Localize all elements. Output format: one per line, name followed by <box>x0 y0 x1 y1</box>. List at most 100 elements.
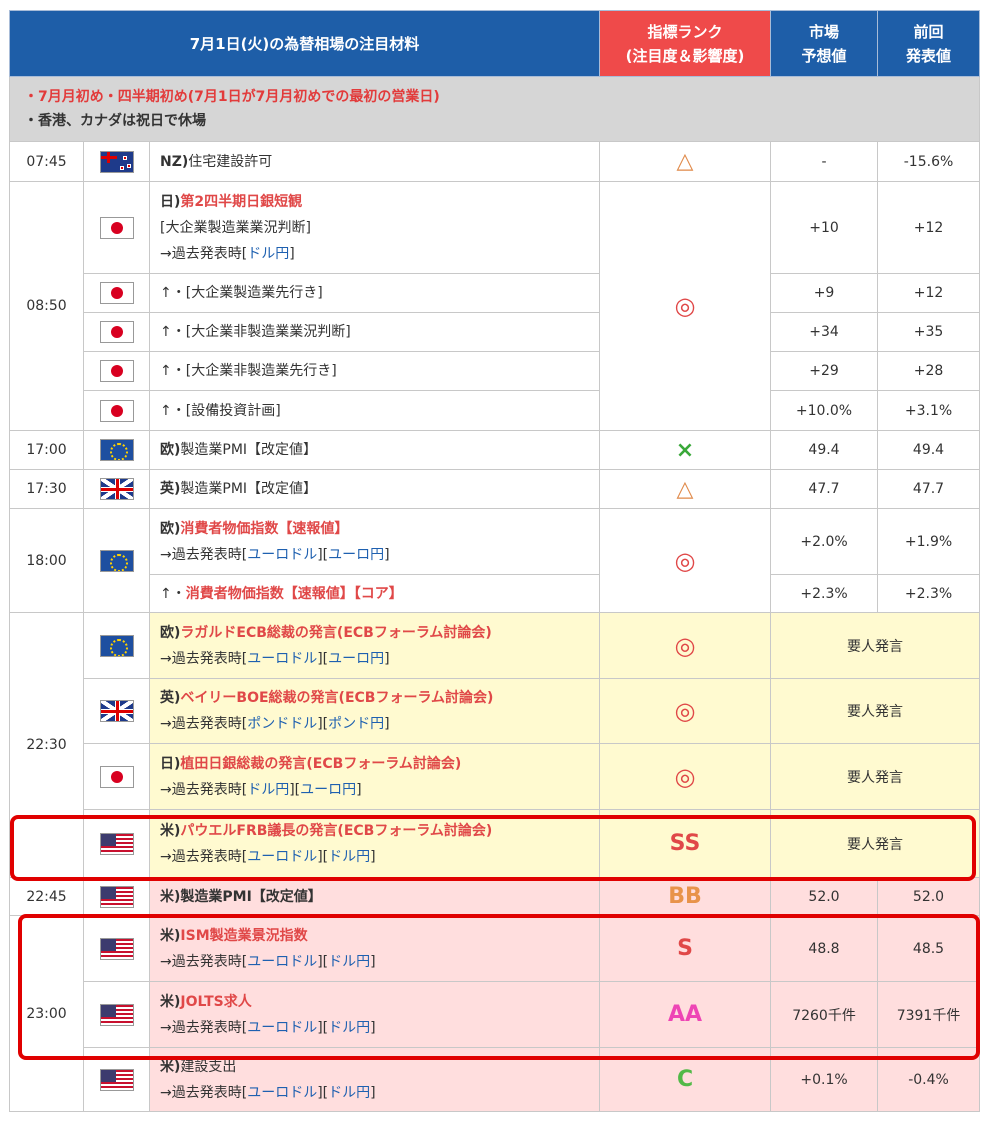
japan-flag-icon <box>99 282 134 304</box>
us-flag-icon <box>99 832 134 855</box>
previous-value: 7391千件 <box>877 981 981 1048</box>
usdjpy-link[interactable]: ドル円 <box>328 1020 370 1036</box>
previous-value: +28 <box>877 351 981 391</box>
usdjpy-link[interactable]: ドル円 <box>328 849 370 865</box>
table-row: ↑・消費者物価指数【速報値】【コア】 +2.3% +2.3% <box>10 574 981 613</box>
previous-value: +1.9% <box>877 508 981 575</box>
gbpjpy-link[interactable]: ポンド円 <box>328 716 384 732</box>
forecast-value: +0.1% <box>770 1047 879 1112</box>
event-name: ベイリーBOE総裁の発言(ECBフォーラム討論会) <box>180 690 494 706</box>
table-header-row: 7月1日(火)の為替相場の注目材料 指標ランク (注目度＆影響度) 市場 予想値 前… <box>8 10 981 77</box>
us-flag-icon <box>99 885 134 908</box>
previous-value: +35 <box>877 312 981 352</box>
previous-value: 52.0 <box>877 877 981 916</box>
notice-line-1: ・7月月初め・四半期初め(7月1日が7月月初めでの最初の営業日) <box>24 89 440 105</box>
table-row: 米)建設支出 →過去発表時[ユーロドル][ドル円] C +0.1% -0.4% <box>9 1047 981 1112</box>
uk-flag-icon <box>99 478 134 500</box>
event-subname: [大企業製造業業況判断] <box>160 219 311 236</box>
japan-flag-icon <box>99 765 134 788</box>
table-row: 米)JOLTS求人 →過去発表時[ユーロドル][ドル円] AA 7260千件 7… <box>9 981 981 1048</box>
japan-flag-icon <box>99 399 134 422</box>
forecast-value: +10 <box>770 181 879 274</box>
previous-value: -0.4% <box>877 1047 981 1112</box>
forecast-value: +9 <box>770 273 879 313</box>
event-time: 17:30 <box>9 469 84 509</box>
us-flag-icon <box>99 937 134 960</box>
eurjpy-link[interactable]: ユーロ円 <box>300 782 356 798</box>
rank-mark: × <box>599 430 772 470</box>
rank-mark: ◎ <box>599 508 772 613</box>
table-row: 23:00 米)ISM製造業景況指数 →過去発表時[ユーロドル][ドル円] S … <box>9 915 981 1112</box>
economic-calendar-table: 7月1日(火)の為替相場の注目材料 指標ランク (注目度＆影響度) 市場 予想値 前… <box>8 10 981 1112</box>
speech-label: 要人発言 <box>770 612 981 679</box>
rank-mark: C <box>599 1047 772 1112</box>
eurjpy-link[interactable]: ユーロ円 <box>328 547 384 563</box>
table-title: 7月1日(火)の為替相場の注目材料 <box>8 10 601 77</box>
event-subname: [大企業非製造業業況判断] <box>185 324 351 340</box>
japan-flag-icon <box>99 360 134 382</box>
previous-value: 47.7 <box>877 469 981 509</box>
event-time: 18:00 <box>9 508 84 613</box>
eu-flag-icon <box>99 439 134 461</box>
event-subname: 消費者物価指数【速報値】【コア】 <box>185 585 403 602</box>
eurusd-link[interactable]: ユーロドル <box>247 1020 317 1036</box>
event-name: 第2四半期日銀短観 <box>180 193 303 210</box>
table-row: 17:00 欧)製造業PMI【改定値】 × 49.4 49.4 <box>9 430 981 470</box>
eu-flag-icon <box>99 549 134 572</box>
event-name: 植田日銀総裁の発言(ECBフォーラム討論会) <box>180 755 462 772</box>
previous-header: 前回 発表値 <box>877 10 981 77</box>
table-row: ↑・[大企業製造業先行き] +9 +12 <box>10 273 981 313</box>
event-name: パウエルFRB議長の発言(ECBフォーラム討論会) <box>180 822 493 839</box>
usdjpy-link[interactable]: ドル円 <box>328 1085 370 1101</box>
previous-value: 49.4 <box>877 430 981 470</box>
event-name: 製造業PMI【改定値】 <box>180 888 322 905</box>
event-name: 製造業PMI【改定値】 <box>180 442 318 458</box>
usdjpy-link[interactable]: ドル円 <box>247 246 289 262</box>
forecast-header: 市場 予想値 <box>770 10 879 77</box>
table-row: 英)ベイリーBOE総裁の発言(ECBフォーラム討論会) →過去発表時[ポンドドル… <box>9 678 981 744</box>
rank-mark: AA <box>599 981 772 1048</box>
eurusd-link[interactable]: ユーロドル <box>247 849 317 865</box>
event-time: 08:50 <box>9 181 84 431</box>
eurjpy-link[interactable]: ユーロ円 <box>328 651 384 667</box>
uk-flag-icon <box>99 700 134 722</box>
eu-flag-icon <box>99 634 134 657</box>
event-name: 製造業PMI【改定値】 <box>180 481 318 497</box>
event-time: 07:45 <box>9 141 84 182</box>
usdjpy-link[interactable]: ドル円 <box>247 782 289 798</box>
event-subname: [大企業製造業先行き] <box>185 285 323 301</box>
event-time: 22:45 <box>9 877 84 916</box>
previous-value: 48.5 <box>877 915 981 982</box>
usdjpy-link[interactable]: ドル円 <box>328 954 370 970</box>
rank-mark: SS <box>599 809 772 878</box>
forecast-value: +10.0% <box>770 390 879 431</box>
market-notice: ・7月月初め・四半期初め(7月1日が7月月初めでの最初の営業日) ・香港、カナダ… <box>8 76 981 142</box>
forecast-value: 47.7 <box>770 469 879 509</box>
table-row: 米)パウエルFRB議長の発言(ECBフォーラム討論会) →過去発表時[ユーロドル… <box>9 809 981 878</box>
us-flag-icon <box>99 1068 134 1091</box>
event-name: 建設支出 <box>180 1058 237 1075</box>
rank-mark: ◎ <box>599 678 772 744</box>
speech-label: 要人発言 <box>770 678 981 744</box>
gbpusd-link[interactable]: ポンドドル <box>247 716 317 732</box>
eurusd-link[interactable]: ユーロドル <box>247 547 317 563</box>
rank-mark: ◎ <box>599 612 772 679</box>
event-name: 住宅建設許可 <box>188 153 273 170</box>
japan-flag-icon <box>99 321 134 343</box>
us-flag-icon <box>99 1003 134 1026</box>
table-row: ↑・[大企業非製造業先行き] +29 +28 <box>10 351 981 391</box>
previous-value: +3.1% <box>877 390 981 431</box>
table-row: 18:00 欧)消費者物価指数【速報値】 →過去発表時[ユーロドル][ユーロ円]… <box>9 508 981 613</box>
forecast-value: +2.3% <box>770 574 879 613</box>
eurusd-link[interactable]: ユーロドル <box>247 1085 317 1101</box>
eurusd-link[interactable]: ユーロドル <box>247 651 317 667</box>
table-row: ↑・[設備投資計画] +10.0% +3.1% <box>10 390 981 431</box>
event-name: 消費者物価指数【速報値】 <box>180 520 349 537</box>
previous-value: +12 <box>877 181 981 274</box>
rank-mark: △ <box>599 469 772 509</box>
japan-flag-icon <box>99 216 134 239</box>
speech-label: 要人発言 <box>770 809 981 878</box>
table-row: 22:45 米)製造業PMI【改定値】 BB 52.0 52.0 <box>9 877 981 916</box>
nz-flag-icon <box>99 150 134 173</box>
eurusd-link[interactable]: ユーロドル <box>247 954 317 970</box>
